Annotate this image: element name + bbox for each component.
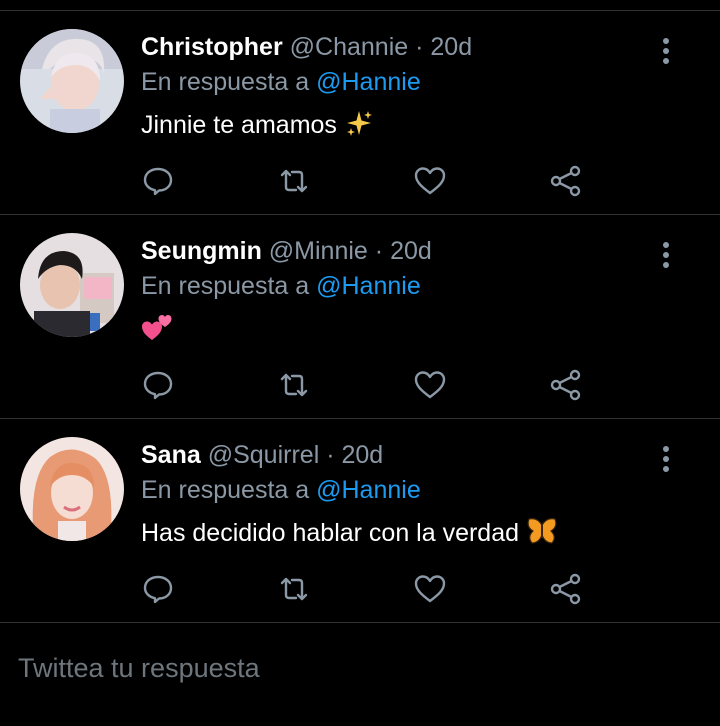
like-icon[interactable] (412, 367, 448, 403)
share-icon[interactable] (548, 163, 584, 199)
reply-prefix: En respuesta a (141, 272, 310, 300)
reply-icon[interactable] (140, 367, 176, 403)
reply-tweet[interactable]: Christopher @Channie · 20d En respuesta … (0, 11, 720, 215)
retweet-icon[interactable] (276, 163, 312, 199)
more-options-icon[interactable] (656, 241, 676, 271)
reply-prefix: En respuesta a (141, 476, 310, 504)
timestamp[interactable]: 20d (341, 441, 383, 469)
butterfly-icon (527, 517, 557, 554)
share-icon[interactable] (548, 367, 584, 403)
reply-input[interactable] (18, 653, 698, 684)
reply-mention[interactable]: @Hannie (316, 272, 421, 300)
action-bar (140, 571, 600, 607)
reply-icon[interactable] (140, 163, 176, 199)
tweet-text-content: Has decidido hablar con la verdad (141, 519, 520, 547)
avatar[interactable] (20, 233, 124, 337)
more-options-icon[interactable] (656, 37, 676, 67)
author-name[interactable]: Christopher (141, 33, 283, 61)
two-hearts-icon (141, 312, 173, 351)
separator: · (415, 33, 424, 61)
separator: · (374, 237, 384, 265)
retweet-icon[interactable] (276, 571, 312, 607)
like-icon[interactable] (412, 571, 448, 607)
timestamp[interactable]: 20d (430, 33, 472, 61)
author-handle[interactable]: @Squirrel (208, 441, 320, 469)
like-icon[interactable] (412, 163, 448, 199)
share-icon[interactable] (548, 571, 584, 607)
reply-prefix: En respuesta a (141, 68, 310, 96)
reply-composer (0, 637, 720, 715)
sparkles-icon (345, 109, 373, 146)
separator: · (326, 441, 335, 469)
author-handle[interactable]: @Channie (290, 33, 409, 61)
author-handle[interactable]: @Minnie (269, 237, 368, 265)
avatar[interactable] (20, 29, 124, 133)
reply-mention[interactable]: @Hannie (316, 68, 421, 96)
more-options-icon[interactable] (656, 445, 676, 475)
reply-context: En respuesta a @Hannie (141, 66, 421, 98)
reply-icon[interactable] (140, 571, 176, 607)
author-name[interactable]: Sana (141, 441, 201, 469)
action-bar (140, 367, 600, 403)
reply-tweet[interactable]: Sana @Squirrel · 20d En respuesta a @Han… (0, 419, 720, 623)
action-bar (140, 163, 600, 199)
reply-context: En respuesta a @Hannie (141, 270, 421, 302)
avatar[interactable] (20, 437, 124, 541)
tweet-text: Jinnie te amamos (141, 108, 373, 146)
tweet-text: Has decidido hablar con la verdad (141, 516, 557, 554)
reply-mention[interactable]: @Hannie (316, 476, 421, 504)
timestamp[interactable]: 20d (390, 237, 432, 265)
author-name[interactable]: Seungmin (141, 237, 262, 265)
reply-tweet[interactable]: Seungmin @Minnie · 20d En respuesta a @H… (0, 215, 720, 419)
tweet-text (141, 312, 173, 351)
reply-context: En respuesta a @Hannie (141, 474, 421, 506)
tweet-text-content: Jinnie te amamos (141, 111, 337, 139)
retweet-icon[interactable] (276, 367, 312, 403)
